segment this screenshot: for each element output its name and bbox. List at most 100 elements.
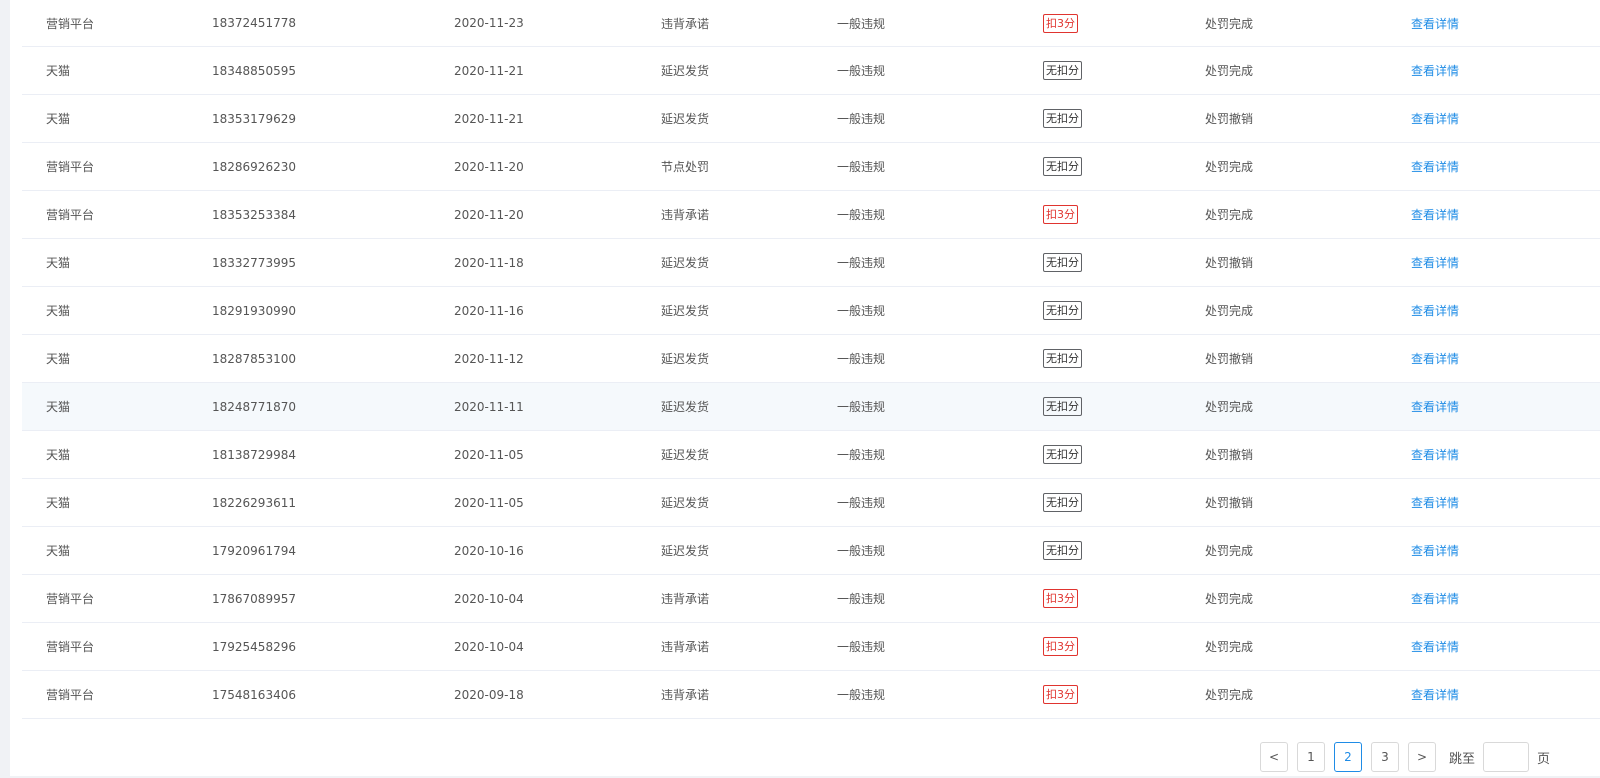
- reason-cell-text: 节点处罚: [661, 160, 710, 174]
- reason-cell-text: 延迟发货: [661, 304, 710, 318]
- level-cell-text: 一般违规: [837, 640, 886, 654]
- reason-cell-text: 延迟发货: [661, 352, 710, 366]
- platform-cell-text: 营销平台: [46, 688, 95, 702]
- phone-cell-text: 18348850595: [212, 63, 296, 78]
- date-cell-text: 2020-11-05: [454, 495, 524, 510]
- table-row: 营销平台 18353253384 2020-11-20 违背承诺 一般违规 扣3分 处罚完成…: [22, 191, 1600, 239]
- score-cell: 无扣分: [1043, 383, 1082, 430]
- page-suffix-label: 页: [1537, 752, 1551, 767]
- date-cell: 2020-11-21: [454, 95, 524, 142]
- phone-cell: 18286926230: [212, 143, 296, 190]
- reason-cell-text: 违背承诺: [661, 688, 710, 702]
- view-details-link[interactable]: 查看详情: [1411, 350, 1459, 367]
- view-details-link[interactable]: 查看详情: [1411, 446, 1459, 463]
- phone-cell-text: 18287853100: [212, 351, 296, 366]
- score-cell: 无扣分: [1043, 287, 1082, 334]
- level-cell-text: 一般违规: [837, 592, 886, 606]
- level-cell: 一般违规: [837, 287, 885, 334]
- platform-cell-text: 营销平台: [46, 160, 95, 174]
- platform-cell: 天猫: [46, 335, 70, 382]
- prev-page-button[interactable]: <: [1260, 742, 1288, 772]
- chevron-right-icon: >: [1416, 750, 1428, 764]
- level-cell: 一般违规: [837, 623, 885, 670]
- page-1-button[interactable]: 1: [1297, 742, 1325, 772]
- view-details-link[interactable]: 查看详情: [1411, 494, 1459, 511]
- no-deduct-tag: 无扣分: [1043, 445, 1082, 464]
- reason-cell: 延迟发货: [661, 527, 709, 574]
- action-cell: 查看详情: [1411, 383, 1459, 430]
- content-panel: 营销平台 18372451778 2020-11-23 违背承诺 一般违规 扣3分 处罚完成…: [10, 0, 1600, 776]
- status-cell-text: 处罚完成: [1205, 688, 1254, 702]
- table-row: 天猫 18353179629 2020-11-21 延迟发货 一般违规 无扣分 处罚撤销 查看…: [22, 95, 1600, 143]
- phone-cell-text: 18138729984: [212, 447, 296, 462]
- status-cell: 处罚撤销: [1205, 431, 1253, 478]
- jump-page-input[interactable]: [1483, 742, 1530, 772]
- reason-cell-text: 违背承诺: [661, 208, 710, 222]
- level-cell-text: 一般违规: [837, 64, 886, 78]
- status-cell: 处罚撤销: [1205, 479, 1253, 526]
- view-details-link[interactable]: 查看详情: [1411, 110, 1459, 127]
- phone-cell: 18353253384: [212, 191, 296, 238]
- view-details-link[interactable]: 查看详情: [1411, 158, 1459, 175]
- reason-cell: 延迟发货: [661, 479, 709, 526]
- score-cell: 无扣分: [1043, 95, 1082, 142]
- reason-cell-text: 延迟发货: [661, 448, 710, 462]
- reason-cell-text: 延迟发货: [661, 112, 710, 126]
- table-row: 天猫 18287853100 2020-11-12 延迟发货 一般违规 无扣分 处罚撤销 查看…: [22, 335, 1600, 383]
- view-details-link[interactable]: 查看详情: [1411, 302, 1459, 319]
- platform-cell: 天猫: [46, 239, 70, 286]
- table-row: 营销平台 18286926230 2020-11-20 节点处罚 一般违规 无扣分 处罚完成…: [22, 143, 1600, 191]
- date-cell-text: 2020-11-12: [454, 351, 524, 366]
- score-cell: 无扣分: [1043, 239, 1082, 286]
- view-details-link[interactable]: 查看详情: [1411, 590, 1459, 607]
- view-details-link[interactable]: 查看详情: [1411, 62, 1459, 79]
- level-cell-text: 一般违规: [837, 448, 886, 462]
- table-row: 营销平台 17925458296 2020-10-04 违背承诺 一般违规 扣3分 处罚完成…: [22, 623, 1600, 671]
- table-row: 天猫 17920961794 2020-10-16 延迟发货 一般违规 无扣分 处罚完成 查看…: [22, 527, 1600, 575]
- status-cell-text: 处罚完成: [1205, 544, 1254, 558]
- page-3-button[interactable]: 3: [1371, 742, 1399, 772]
- status-cell-text: 处罚撤销: [1205, 352, 1254, 366]
- platform-cell: 天猫: [46, 47, 70, 94]
- platform-cell: 天猫: [46, 479, 70, 526]
- table-row: 营销平台 17867089957 2020-10-04 违背承诺 一般违规 扣3分 处罚完成…: [22, 575, 1600, 623]
- reason-cell: 延迟发货: [661, 239, 709, 286]
- action-cell: 查看详情: [1411, 239, 1459, 286]
- reason-cell: 延迟发货: [661, 95, 709, 142]
- view-details-link[interactable]: 查看详情: [1411, 254, 1459, 271]
- action-cell: 查看详情: [1411, 191, 1459, 238]
- level-cell-text: 一般违规: [837, 352, 886, 366]
- level-cell: 一般违规: [837, 671, 885, 718]
- page-2-button[interactable]: 2: [1334, 742, 1362, 772]
- view-details-link[interactable]: 查看详情: [1411, 686, 1459, 703]
- no-deduct-tag: 无扣分: [1043, 397, 1082, 416]
- no-deduct-tag: 无扣分: [1043, 541, 1082, 560]
- view-details-link[interactable]: 查看详情: [1411, 206, 1459, 223]
- level-cell-text: 一般违规: [837, 496, 886, 510]
- view-details-link[interactable]: 查看详情: [1411, 398, 1459, 415]
- platform-cell: 营销平台: [46, 191, 94, 238]
- view-details-link[interactable]: 查看详情: [1411, 638, 1459, 655]
- level-cell: 一般违规: [837, 191, 885, 238]
- status-cell: 处罚撤销: [1205, 239, 1253, 286]
- view-details-link[interactable]: 查看详情: [1411, 15, 1459, 32]
- status-cell: 处罚撤销: [1205, 335, 1253, 382]
- next-page-button[interactable]: >: [1408, 742, 1436, 772]
- reason-cell: 延迟发货: [661, 383, 709, 430]
- reason-cell-text: 延迟发货: [661, 400, 710, 414]
- phone-cell: 18372451778: [212, 0, 296, 46]
- action-cell: 查看详情: [1411, 47, 1459, 94]
- platform-cell-text: 天猫: [46, 112, 71, 126]
- phone-cell: 18226293611: [212, 479, 296, 526]
- phone-cell-text: 17548163406: [212, 687, 296, 702]
- action-cell: 查看详情: [1411, 479, 1459, 526]
- platform-cell-text: 天猫: [46, 304, 71, 318]
- date-cell-text: 2020-11-16: [454, 303, 524, 318]
- status-cell: 处罚完成: [1205, 623, 1253, 670]
- status-cell: 处罚完成: [1205, 47, 1253, 94]
- view-details-link[interactable]: 查看详情: [1411, 542, 1459, 559]
- phone-cell-text: 18248771870: [212, 399, 296, 414]
- action-cell: 查看详情: [1411, 0, 1459, 46]
- level-cell: 一般违规: [837, 47, 885, 94]
- date-cell-text: 2020-10-04: [454, 591, 524, 606]
